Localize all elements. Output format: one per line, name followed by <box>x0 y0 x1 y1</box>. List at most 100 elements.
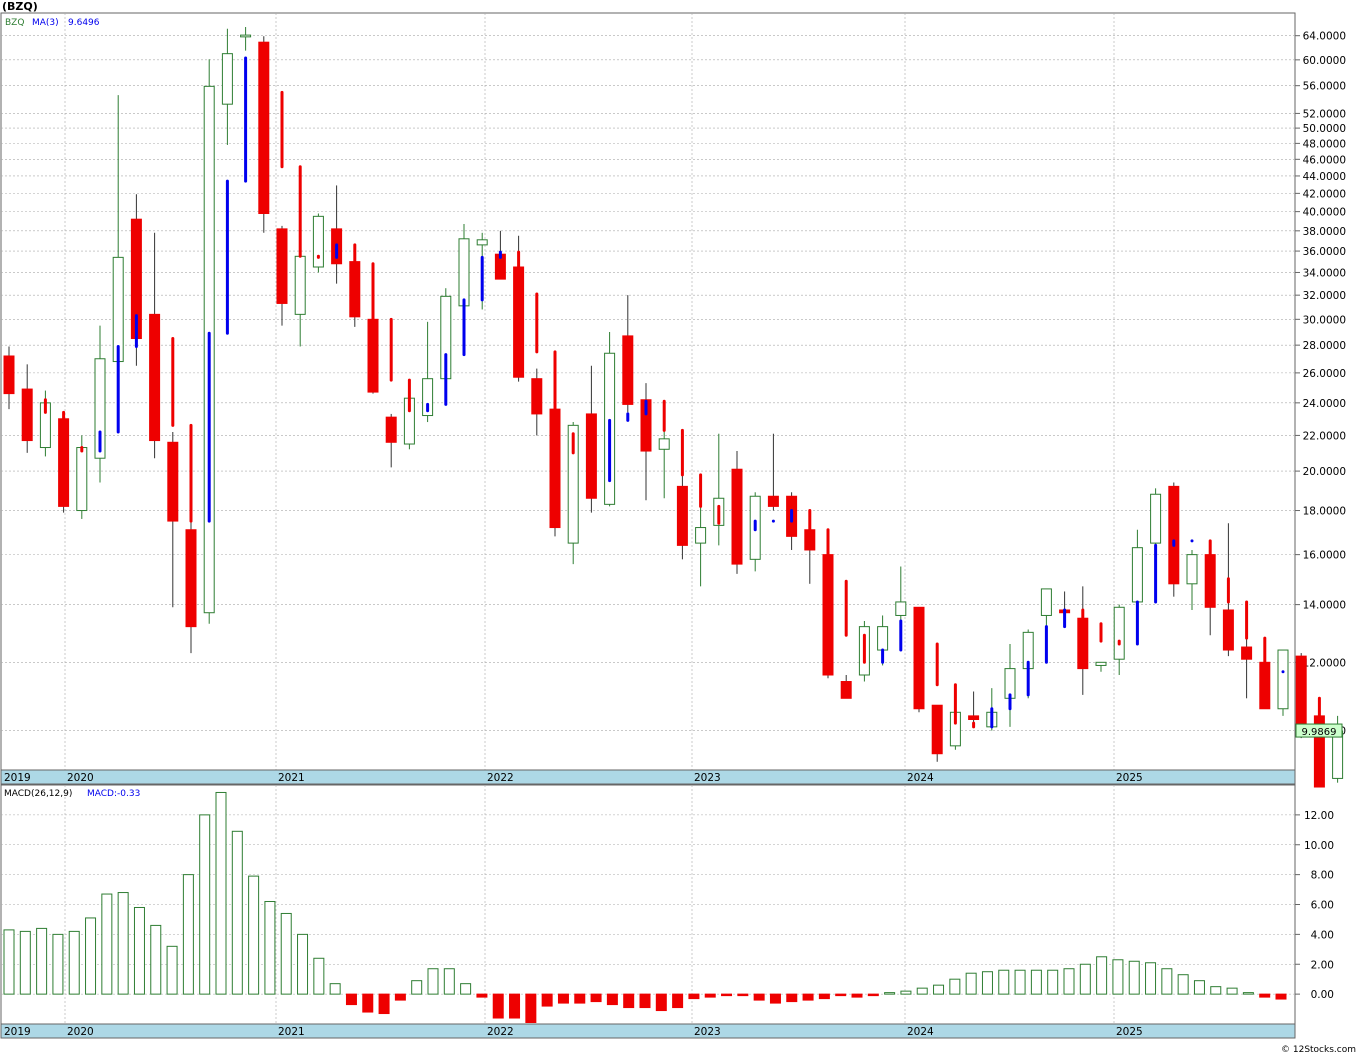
macd-bar <box>68 930 80 995</box>
macd-bar <box>851 993 863 998</box>
price-tick-label: 52.0000 <box>1303 108 1346 120</box>
macd-bar <box>1193 980 1205 995</box>
candle-body <box>312 215 324 268</box>
price-tick-label: 18.0000 <box>1303 506 1346 518</box>
candle-body <box>1040 588 1052 616</box>
macd-bar <box>590 993 602 1003</box>
macd-bar <box>900 990 912 995</box>
macd-x-axis-band <box>0 1023 1296 1039</box>
candle-body <box>895 601 907 616</box>
candle-body <box>3 355 15 395</box>
price-x-tick-label: 2023 <box>694 772 721 784</box>
candle-body <box>185 529 197 628</box>
macd-bar <box>411 980 423 995</box>
macd-bar <box>672 993 684 1009</box>
macd-bar <box>525 993 537 1024</box>
candle-body <box>240 34 252 38</box>
macd-bar <box>362 993 374 1013</box>
macd-bar <box>492 993 504 1019</box>
candle <box>731 451 743 574</box>
candle-body <box>877 626 889 651</box>
candle-body <box>167 441 179 522</box>
macd-bar <box>1226 987 1238 995</box>
price-tick-label: 16.0000 <box>1303 550 1346 562</box>
price-x-tick-label: 2020 <box>67 772 94 784</box>
macd-x-tick-label: 2022 <box>487 1026 514 1038</box>
candle <box>931 704 943 762</box>
candle-body <box>76 447 88 512</box>
macd-bar <box>769 993 781 1004</box>
price-panel <box>0 12 1296 771</box>
candle-body <box>1131 547 1143 603</box>
macd-bar <box>378 993 390 1015</box>
price-tick-label: 44.0000 <box>1303 171 1346 183</box>
macd-bar <box>1096 956 1108 995</box>
macd-bar <box>574 993 586 1004</box>
macd-bar <box>1210 986 1222 995</box>
price-tick-label: 34.0000 <box>1303 267 1346 279</box>
legend-ma-label: MA(3) <box>32 18 59 28</box>
macd-x-tick-label: 2021 <box>278 1026 305 1038</box>
candle-body <box>968 715 980 720</box>
price-x-tick-label: 2022 <box>487 772 514 784</box>
macd-bar <box>3 929 15 995</box>
macd-tick-label: 0.00 <box>1311 989 1334 1001</box>
macd-x-tick-label: 2025 <box>1116 1026 1143 1038</box>
macd-bar <box>19 930 31 995</box>
candle <box>749 492 761 572</box>
macd-bar <box>1112 959 1124 995</box>
macd-x-tick-label: 2024 <box>907 1026 934 1038</box>
macd-bar <box>737 993 749 997</box>
macd-bar <box>133 906 145 995</box>
candle-body <box>385 416 397 443</box>
candle-body <box>840 681 852 699</box>
macd-bar <box>753 993 765 1001</box>
macd-bar <box>835 993 847 997</box>
candle-body <box>1277 649 1289 710</box>
price-tick-label: 56.0000 <box>1303 81 1346 93</box>
macd-bar <box>1242 992 1254 995</box>
macd-bar <box>949 978 961 995</box>
macd-bar <box>1030 969 1042 995</box>
macd-tick-label: 6.00 <box>1311 900 1334 912</box>
price-tick-label: 36.0000 <box>1303 246 1346 258</box>
macd-bar <box>150 924 162 995</box>
macd-bar <box>1161 968 1173 995</box>
macd-bar <box>460 983 472 995</box>
candle-body <box>1077 617 1089 670</box>
candle-body <box>531 378 543 415</box>
chart-svg: 64.0000 60.0000 56.0000 52.0000 50.0000 48.00… <box>0 0 1360 1056</box>
candle-body <box>476 239 488 246</box>
macd-bar <box>1063 968 1075 995</box>
candle-body <box>1095 661 1107 666</box>
macd-bar <box>818 993 830 1000</box>
macd-bar <box>1047 969 1059 995</box>
macd-bar <box>786 993 798 1003</box>
candle <box>312 213 324 273</box>
candle-body <box>767 495 779 507</box>
macd-bar <box>867 993 879 997</box>
candle-body <box>676 485 688 546</box>
macd-tick-label: 2.00 <box>1311 959 1334 971</box>
macd-bar <box>623 993 635 1009</box>
chart-root: 64.0000 60.0000 56.0000 52.0000 50.0000 48.00… <box>0 0 1360 1056</box>
macd-x-tick-label: 2019 <box>4 1026 31 1038</box>
macd-tick-label: 4.00 <box>1311 929 1334 941</box>
macd-tick-label: 10.00 <box>1304 840 1334 852</box>
macd-bar <box>721 993 733 997</box>
macd-bar <box>476 993 488 998</box>
price-tick-label: 14.0000 <box>1303 600 1346 612</box>
watermark: © 12Stocks.com <box>1281 1045 1356 1055</box>
macd-bar <box>36 927 48 995</box>
macd-bar <box>509 993 521 1019</box>
price-tick-label: 50.0000 <box>1303 123 1346 135</box>
macd-x-tick-label: 2023 <box>694 1026 721 1038</box>
macd-bar <box>1275 993 1287 1000</box>
candle-body <box>458 238 470 307</box>
legend-symbol: BZQ <box>5 18 24 28</box>
macd-bar <box>606 993 618 1006</box>
legend-macd-value: MACD:-0.33 <box>87 789 140 799</box>
candle-body <box>276 228 288 304</box>
price-tick-label: 20.0000 <box>1303 466 1346 478</box>
price-tick-label: 48.0000 <box>1303 138 1346 150</box>
